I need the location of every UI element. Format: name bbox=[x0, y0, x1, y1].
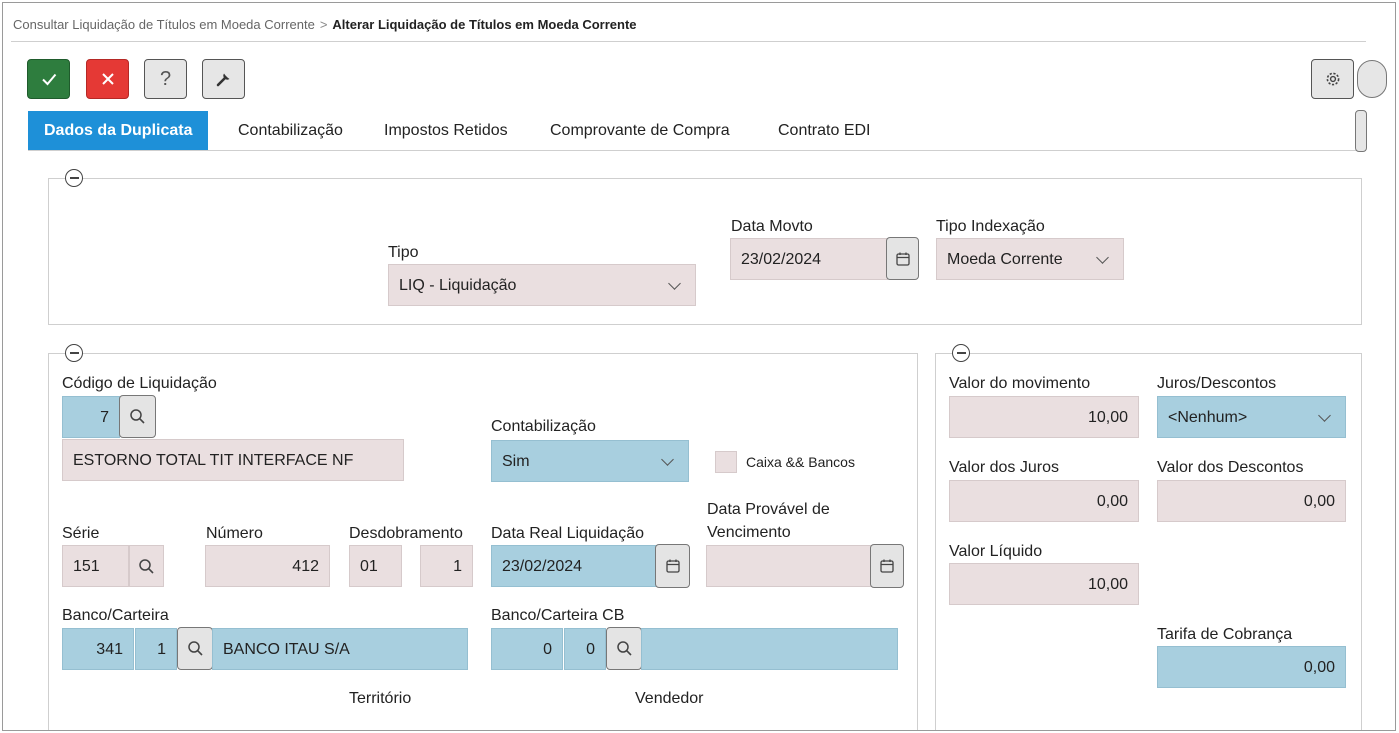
contabilizacao-select[interactable]: Sim bbox=[491, 440, 689, 482]
tipo-select[interactable]: LIQ - Liquidação bbox=[388, 264, 696, 306]
data-provavel-calendar-button[interactable] bbox=[870, 544, 904, 588]
chevron-down-icon bbox=[668, 277, 681, 290]
liquidation-section bbox=[48, 353, 918, 730]
tab-comprovante-de-compra[interactable]: Comprovante de Compra bbox=[550, 111, 730, 151]
tarifa-cobranca-field[interactable]: 0,00 bbox=[1157, 646, 1346, 688]
search-icon bbox=[130, 409, 145, 424]
data-movto-label: Data Movto bbox=[731, 218, 813, 235]
close-icon bbox=[101, 73, 114, 85]
serie-search-button[interactable] bbox=[129, 545, 164, 587]
contabilizacao-label: Contabilização bbox=[491, 418, 596, 435]
data-provavel-label-line1: Data Provável de bbox=[707, 501, 830, 518]
numero-label: Número bbox=[206, 525, 263, 542]
valor-movimento-field[interactable]: 10,00 bbox=[949, 396, 1139, 438]
juros-descontos-value: <Nenhum> bbox=[1168, 409, 1248, 426]
data-provavel-field[interactable] bbox=[706, 545, 872, 587]
search-icon bbox=[187, 641, 203, 656]
window: Consultar Liquidação de Títulos em Moeda… bbox=[2, 2, 1396, 731]
banco-carteira-label: Banco/Carteira bbox=[62, 607, 169, 624]
valor-liquido-field[interactable]: 10,00 bbox=[949, 563, 1139, 605]
tipo-value: LIQ - Liquidação bbox=[399, 277, 517, 294]
data-movto-field[interactable]: 23/02/2024 bbox=[730, 238, 888, 280]
valor-juros-label: Valor dos Juros bbox=[949, 459, 1059, 476]
data-real-calendar-button[interactable] bbox=[655, 544, 690, 588]
wrench-icon bbox=[216, 73, 229, 87]
codigo-liquidacao-label: Código de Liquidação bbox=[62, 375, 217, 392]
banco-field[interactable]: 341 bbox=[62, 628, 134, 670]
calendar-icon bbox=[880, 559, 894, 573]
tipo-indexacao-label: Tipo Indexação bbox=[936, 218, 1045, 235]
desdobramento-field-2[interactable]: 1 bbox=[420, 545, 473, 587]
contabilizacao-value: Sim bbox=[502, 453, 530, 470]
valor-movimento-label: Valor do movimento bbox=[949, 375, 1091, 392]
breadcrumb-current: Alterar Liquidação de Títulos em Moeda C… bbox=[332, 17, 637, 32]
help-label: ? bbox=[159, 67, 172, 90]
cancel-button[interactable] bbox=[86, 59, 129, 99]
caixa-bancos-label: Caixa && Bancos bbox=[746, 454, 855, 470]
tarifa-cobranca-label: Tarifa de Cobrança bbox=[1157, 626, 1293, 643]
valor-descontos-label: Valor dos Descontos bbox=[1157, 459, 1304, 476]
tabs-divider bbox=[28, 150, 1366, 151]
breadcrumb: Consultar Liquidação de Títulos em Moeda… bbox=[13, 17, 637, 32]
valor-descontos-field[interactable]: 0,00 bbox=[1157, 480, 1346, 522]
breadcrumb-separator: > bbox=[319, 17, 328, 32]
collapse-general-icon[interactable] bbox=[65, 169, 83, 187]
carteira-field[interactable]: 1 bbox=[135, 628, 177, 670]
collapse-liquidation-icon[interactable] bbox=[65, 344, 83, 362]
chevron-down-icon bbox=[661, 453, 674, 466]
data-real-field[interactable]: 23/02/2024 bbox=[491, 545, 657, 587]
chevron-down-icon bbox=[1318, 409, 1331, 422]
tab-dados-da-duplicata[interactable]: Dados da Duplicata bbox=[28, 111, 209, 151]
caixa-bancos-checkbox[interactable] bbox=[715, 451, 737, 473]
codigo-liquidacao-search-button[interactable] bbox=[119, 395, 156, 438]
codigo-liquidacao-description: ESTORNO TOTAL TIT INTERFACE NF bbox=[62, 439, 404, 481]
territorio-label: Território bbox=[349, 690, 412, 707]
banco-cb-field[interactable]: 0 bbox=[491, 628, 563, 670]
tab-contabilizacao[interactable]: Contabilização bbox=[238, 111, 343, 151]
codigo-liquidacao-field[interactable]: 7 bbox=[62, 396, 120, 438]
calendar-icon bbox=[895, 252, 910, 266]
search-icon bbox=[616, 641, 632, 656]
banco-carteira-search-button[interactable] bbox=[177, 627, 213, 670]
vendedor-label: Vendedor bbox=[635, 690, 704, 707]
chevron-down-icon bbox=[1096, 251, 1109, 264]
breadcrumb-parent-link[interactable]: Consultar Liquidação de Títulos em Moeda… bbox=[13, 17, 315, 32]
tipo-label: Tipo bbox=[388, 244, 419, 261]
partial-round-button[interactable] bbox=[1357, 60, 1387, 98]
help-button[interactable]: ? bbox=[144, 59, 187, 99]
data-movto-calendar-button[interactable] bbox=[886, 237, 919, 280]
general-section bbox=[48, 178, 1362, 325]
gear-icon bbox=[1326, 72, 1339, 86]
calendar-icon bbox=[665, 559, 680, 573]
tools-button[interactable] bbox=[202, 59, 245, 99]
search-icon bbox=[139, 558, 154, 574]
banco-cb-nome-field bbox=[641, 628, 898, 670]
tipo-indexacao-value: Moeda Corrente bbox=[947, 251, 1063, 268]
serie-label: Série bbox=[62, 525, 100, 542]
tab-impostos-retidos[interactable]: Impostos Retidos bbox=[384, 111, 508, 151]
header-divider bbox=[11, 41, 1366, 42]
juros-descontos-select[interactable]: <Nenhum> bbox=[1157, 396, 1346, 438]
desdobramento-field-1[interactable]: 01 bbox=[349, 545, 402, 587]
data-real-label: Data Real Liquidação bbox=[491, 525, 644, 542]
serie-field[interactable]: 151 bbox=[62, 545, 129, 587]
carteira-cb-field[interactable]: 0 bbox=[564, 628, 606, 670]
valor-juros-field[interactable]: 0,00 bbox=[949, 480, 1139, 522]
data-provavel-label-line2: Vencimento bbox=[707, 524, 791, 541]
check-icon bbox=[41, 73, 56, 86]
banco-carteira-cb-label: Banco/Carteira CB bbox=[491, 607, 625, 624]
tab-contrato-edi[interactable]: Contrato EDI bbox=[778, 111, 870, 151]
collapse-values-icon[interactable] bbox=[952, 344, 970, 362]
confirm-button[interactable] bbox=[27, 59, 70, 99]
settings-button[interactable] bbox=[1311, 59, 1354, 99]
valor-liquido-label: Valor Líquido bbox=[949, 543, 1043, 560]
tipo-indexacao-select[interactable]: Moeda Corrente bbox=[936, 238, 1124, 280]
banco-carteira-cb-search-button[interactable] bbox=[606, 627, 642, 670]
partial-side-button[interactable] bbox=[1355, 110, 1367, 152]
numero-field[interactable]: 412 bbox=[205, 545, 330, 587]
juros-descontos-label: Juros/Descontos bbox=[1157, 375, 1277, 392]
banco-nome-field: BANCO ITAU S/A bbox=[212, 628, 468, 670]
desdobramento-label: Desdobramento bbox=[349, 525, 463, 542]
